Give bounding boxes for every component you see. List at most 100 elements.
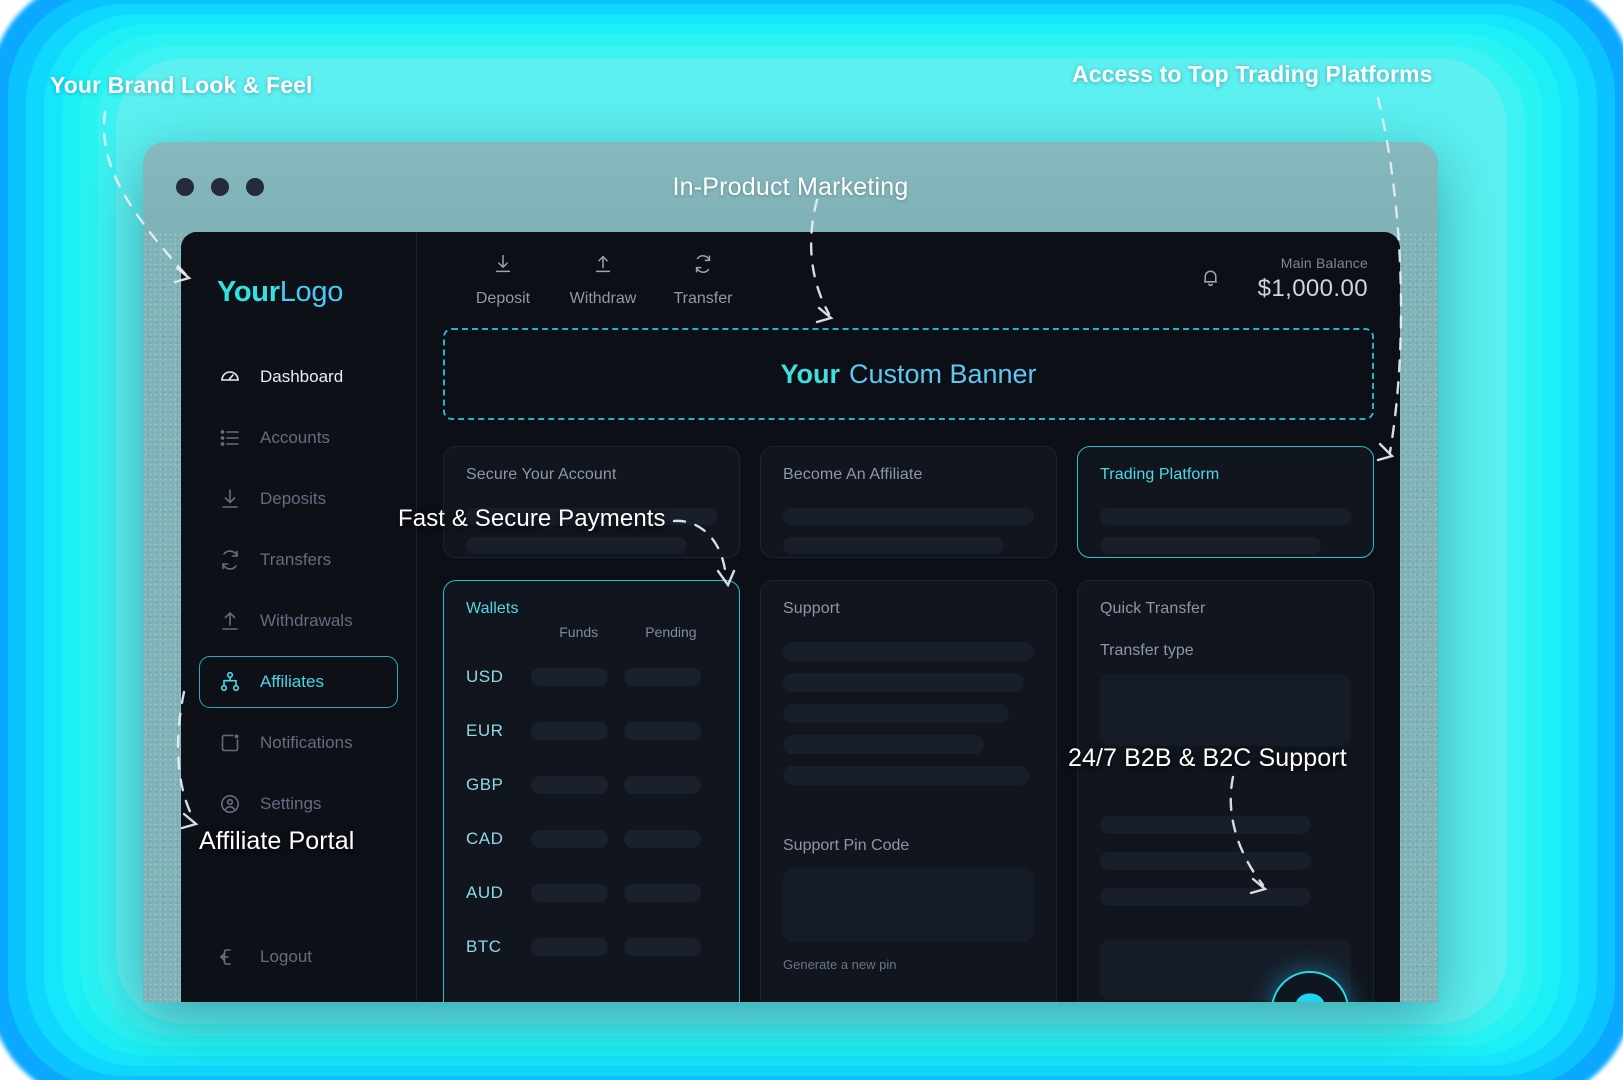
window-title: In-Product Marketing [672, 172, 909, 201]
pending-skeleton [624, 830, 702, 848]
generate-pin-link[interactable]: Generate a new pin [783, 957, 1034, 972]
user-circle-icon [218, 792, 242, 816]
deposit-button[interactable]: Deposit [453, 253, 553, 308]
card-become-an-affiliate[interactable]: Become An Affiliate [760, 446, 1057, 558]
brand-logo[interactable]: YourLogo [217, 276, 416, 309]
card-quick-transfer: Quick Transfer Transfer type [1077, 580, 1374, 1002]
list-icon [218, 426, 242, 450]
banner-bold: Your [780, 358, 840, 389]
wallets-spacer [466, 624, 533, 640]
sidebar-item-deposits[interactable]: Deposits [199, 473, 398, 525]
currency-label: CAD [466, 829, 504, 848]
sidebar-footer: Logout [181, 931, 416, 992]
wallets-header: Funds Pending [466, 624, 717, 640]
card-title: Trading Platform [1100, 466, 1220, 483]
quick-actions: Deposit Withdraw Transfer [453, 253, 753, 308]
window-chrome: In-Product Marketing [143, 142, 1438, 232]
annotation-247-support: 24/7 B2B & B2C Support [1068, 744, 1347, 772]
transfer-type-select[interactable] [1100, 674, 1351, 746]
card-secure-your-account[interactable]: Secure Your Account [443, 446, 740, 558]
column-header-funds: Funds [559, 624, 599, 640]
network-icon [218, 670, 242, 694]
screenshot-root: In-Product Marketing YourLogo Dashboard … [0, 0, 1623, 1080]
sidebar-item-settings[interactable]: Settings [199, 778, 398, 830]
skeleton-bar [1100, 508, 1351, 525]
transfer-label: Transfer [673, 289, 733, 307]
skeleton-bar [1100, 852, 1311, 870]
balance-value: $1,000.00 [1257, 275, 1368, 303]
sidebar-item-label: Accounts [260, 428, 330, 447]
sidebar-item-withdrawals[interactable]: Withdrawals [199, 595, 398, 647]
main-content: Deposit Withdraw Transfer Main Balance $… [417, 232, 1400, 1002]
withdraw-button[interactable]: Withdraw [553, 253, 653, 308]
bell-icon[interactable] [1199, 266, 1222, 294]
sidebar-item-dashboard[interactable]: Dashboard [199, 351, 398, 403]
refresh-icon [218, 548, 242, 572]
upload-icon [592, 253, 614, 280]
sidebar-nav: Dashboard Accounts Deposits Transfers Wi… [181, 351, 416, 830]
sidebar-item-transfers[interactable]: Transfers [199, 534, 398, 586]
card-title: Support [783, 600, 840, 617]
sidebar-item-accounts[interactable]: Accounts [199, 412, 398, 464]
sidebar-item-label: Affiliates [260, 672, 324, 691]
pending-skeleton [624, 884, 702, 902]
table-row[interactable]: AUD [466, 866, 717, 920]
table-row[interactable]: GBP [466, 758, 717, 812]
table-row[interactable]: USD [466, 650, 717, 704]
skeleton-bar [466, 537, 687, 554]
support-pin-input[interactable] [783, 868, 1034, 942]
skeleton-bar [783, 673, 1024, 692]
table-row[interactable]: EUR [466, 704, 717, 758]
logout-label: Logout [260, 947, 312, 966]
main-balance: Main Balance $1,000.00 [1258, 254, 1368, 305]
card-title: Wallets [466, 600, 519, 617]
table-row[interactable]: BTC [466, 920, 717, 974]
column-header-pending: Pending [645, 624, 697, 640]
support-pin-label: Support Pin Code [783, 837, 910, 854]
sidebar-item-notifications[interactable]: Notifications [199, 717, 398, 769]
custom-banner[interactable]: Your Custom Banner [443, 328, 1374, 420]
logo-bold: Your [217, 276, 280, 308]
topbar: Deposit Withdraw Transfer Main Balance $… [443, 232, 1374, 328]
deposit-label: Deposit [475, 289, 531, 307]
logout-button[interactable]: Logout [199, 931, 398, 983]
transfer-button[interactable]: Transfer [653, 253, 753, 308]
funds-skeleton [531, 938, 609, 956]
currency-label: USD [466, 667, 504, 686]
gauge-icon [218, 365, 242, 389]
promo-cards-row: Secure Your Account Become An Affiliate … [443, 446, 1374, 558]
pending-skeleton [624, 776, 702, 794]
chat-bubble-icon [1290, 988, 1330, 1002]
table-row[interactable]: CAD [466, 812, 717, 866]
annotation-brand-look-feel: Your Brand Look & Feel [50, 72, 313, 98]
skeleton-bar [783, 735, 984, 754]
currency-label: GBP [466, 775, 504, 794]
card-title: Secure Your Account [466, 466, 617, 483]
bell-square-icon [218, 731, 242, 755]
skeleton-bar [1100, 816, 1311, 834]
funds-skeleton [531, 776, 609, 794]
sidebar-item-label: Deposits [260, 489, 327, 508]
funds-skeleton [531, 668, 609, 686]
banner-light: Custom Banner [848, 358, 1037, 389]
withdraw-label: Withdraw [569, 289, 637, 307]
refresh-icon [692, 253, 714, 280]
logout-icon [218, 945, 242, 969]
skeleton-bar [783, 537, 1004, 554]
card-trading-platform[interactable]: Trading Platform [1077, 446, 1374, 558]
currency-label: AUD [466, 883, 504, 902]
funds-skeleton [531, 722, 609, 740]
sidebar-item-affiliates[interactable]: Affiliates [199, 656, 398, 708]
annotation-affiliate-portal: Affiliate Portal [199, 827, 355, 855]
skeleton-bar [783, 704, 1009, 723]
pending-skeleton [624, 722, 702, 740]
card-title: Become An Affiliate [783, 466, 923, 483]
dashboard-app: YourLogo Dashboard Accounts Deposits Tra… [181, 232, 1400, 1002]
pending-skeleton [624, 668, 702, 686]
pending-skeleton [624, 938, 702, 956]
annotation-fast-secure: Fast & Secure Payments [398, 505, 666, 532]
transfer-type-label: Transfer type [1100, 642, 1194, 659]
skeleton-bar [783, 508, 1034, 525]
sidebar-item-label: Settings [260, 794, 322, 813]
skeleton-bar [1100, 537, 1321, 554]
